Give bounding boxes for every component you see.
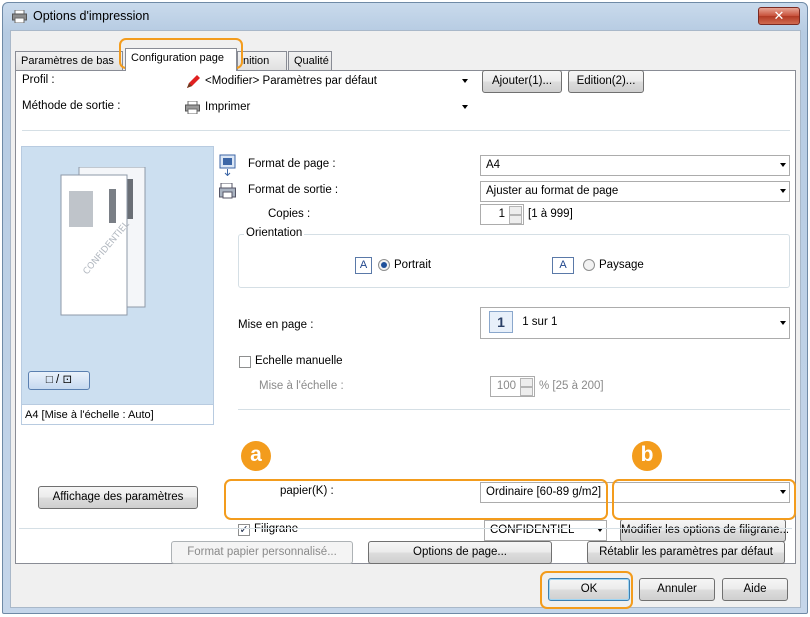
tab-basic-settings[interactable]: Paramètres de bas (15, 51, 123, 70)
output-size-icon (219, 183, 236, 199)
printer-icon (185, 101, 200, 114)
profile-value: <Modifier> Paramètres par défaut (205, 75, 377, 87)
window-title: Options d'impression (33, 9, 150, 23)
chevron-down-icon (780, 189, 786, 193)
chevron-down-icon (780, 163, 786, 167)
show-settings-button[interactable]: Affichage des paramètres (38, 486, 198, 509)
callout-badge-b: b (632, 441, 662, 471)
copies-value: 1 (498, 208, 505, 220)
page-preview: CONFIDENTIEL □ / ⊡ A4 [Mise à l'échelle … (21, 146, 214, 425)
orientation-label: Orientation (244, 227, 305, 239)
output-method-label: Méthode de sortie : (22, 100, 121, 112)
edit-profile-button[interactable]: Edition(2)... (568, 70, 644, 93)
scaling-label: Mise à l'échelle : (259, 380, 344, 392)
print-options-window: Options d'impression ✕ Paramètres de bas… (2, 2, 808, 614)
output-size-value: Ajuster au format de page (486, 185, 619, 197)
output-size-label: Format de sortie : (248, 184, 339, 196)
manual-scaling-label[interactable]: Echelle manuelle (255, 355, 343, 367)
page-options-button[interactable]: Options de page... (368, 541, 552, 564)
tab-quality[interactable]: Qualité (288, 51, 332, 70)
ok-highlight-frame (540, 571, 633, 609)
scaling-spinner[interactable]: 100 (490, 376, 535, 397)
callout-badge-a: a (241, 441, 271, 471)
spin-down-button[interactable] (509, 215, 522, 224)
tab-finishing[interactable]: nition (237, 51, 287, 70)
view-toggle-icon: □ / ⊡ (45, 374, 73, 386)
portrait-label[interactable]: Portrait (394, 259, 431, 271)
watermark-value: CONFIDENTIEL (490, 524, 575, 536)
preview-view-toggle[interactable]: □ / ⊡ (28, 371, 90, 390)
help-button[interactable]: Aide (722, 578, 788, 601)
printer-icon (12, 10, 27, 23)
orientation-group (238, 234, 790, 288)
separator (238, 409, 790, 410)
output-method-value: Imprimer (205, 101, 251, 113)
pencil-icon (187, 75, 200, 88)
add-profile-button[interactable]: Ajouter(1)... (482, 70, 562, 93)
preview-caption: A4 [Mise à l'échelle : Auto] (22, 404, 213, 424)
output-size-combo[interactable]: Ajuster au format de page (480, 181, 790, 202)
cancel-button[interactable]: Annuler (639, 578, 715, 601)
landscape-label[interactable]: Paysage (599, 259, 644, 271)
watermark-label[interactable]: Filigrane (254, 523, 298, 535)
watermark-options-highlight-frame (612, 479, 796, 520)
landscape-radio[interactable] (583, 259, 595, 271)
watermark-highlight-frame (224, 479, 608, 520)
spin-up-button[interactable] (509, 206, 522, 215)
chevron-down-icon (462, 105, 468, 109)
profile-combo[interactable]: <Modifier> Paramètres par défaut (178, 71, 472, 92)
manual-scaling-checkbox[interactable] (239, 356, 251, 368)
copies-range: [1 à 999] (528, 208, 573, 220)
layout-combo[interactable]: 1 1 sur 1 (480, 307, 790, 339)
page-size-value: A4 (486, 159, 501, 171)
chevron-down-icon (780, 321, 786, 325)
custom-paper-size-button[interactable]: Format papier personnalisé... (171, 541, 353, 564)
layout-icon: 1 (489, 311, 513, 333)
scaling-range: % [25 à 200] (539, 380, 604, 392)
page-preview-icon: CONFIDENTIEL (60, 167, 146, 316)
landscape-icon: A (552, 257, 574, 274)
tab-page-setup[interactable]: Configuration page (125, 48, 237, 71)
page-size-label: Format de page : (248, 158, 336, 170)
copies-label: Copies : (268, 208, 311, 220)
portrait-icon: A (355, 257, 372, 274)
restore-defaults-button[interactable]: Rétablir les paramètres par défaut (587, 541, 785, 564)
output-method-combo[interactable]: Imprimer (178, 97, 472, 118)
portrait-radio[interactable] (378, 259, 390, 271)
close-button[interactable]: ✕ (758, 7, 800, 25)
spin-down-button[interactable] (520, 387, 533, 396)
layout-value: 1 sur 1 (522, 316, 558, 328)
copies-spinner[interactable]: 1 (480, 204, 524, 225)
page-size-icon (219, 154, 236, 176)
spin-up-button[interactable] (520, 378, 533, 387)
title-bar: Options d'impression ✕ (3, 3, 807, 30)
page-size-combo[interactable]: A4 (480, 155, 790, 176)
edit-watermark-options-button[interactable]: Modifier les options de filigrane... (620, 519, 789, 542)
chevron-down-icon (462, 79, 468, 83)
profile-label: Profil : (22, 74, 55, 86)
separator (19, 528, 792, 529)
layout-label: Mise en page : (238, 319, 314, 331)
separator (22, 130, 790, 131)
watermark-combo[interactable]: CONFIDENTIEL (484, 520, 607, 541)
scaling-value: 100 (496, 380, 516, 392)
dialog-client: Paramètres de bas Configuration page nit… (10, 30, 801, 608)
watermark-checkbox[interactable]: ✓ (238, 524, 250, 536)
